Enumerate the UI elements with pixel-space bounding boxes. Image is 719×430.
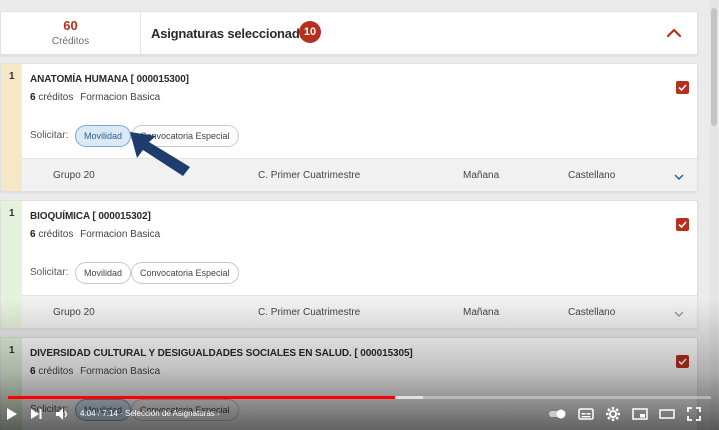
video-progress-bar[interactable] — [8, 396, 711, 399]
group-name: Grupo 20 — [53, 170, 95, 181]
checkmark-icon — [678, 84, 687, 92]
screen: 60 Créditos Asignaturas seleccionadas 10… — [0, 0, 719, 430]
subject-checkbox[interactable] — [676, 218, 689, 231]
time-total: 7:14 — [102, 409, 118, 418]
next-icon[interactable] — [27, 405, 45, 423]
player-controls: 4:04 / 7:14 · Selección de Asignaturas › — [0, 401, 719, 427]
play-icon[interactable] — [2, 405, 20, 423]
subject-name: DIVERSIDAD CULTURAL Y DESIGUALDADES SOCI… — [30, 348, 413, 359]
subject-meta: 6 créditos Formacion Basica — [30, 92, 160, 103]
subject-stripe — [1, 64, 22, 191]
group-period: C. Primer Cuatrimestre — [258, 170, 361, 181]
subtitles-icon[interactable] — [577, 405, 595, 423]
settings-gear-icon[interactable] — [604, 405, 622, 423]
subject-credits-unit: créditos — [38, 92, 74, 103]
time-current: 4:04 — [80, 409, 96, 418]
group-language: Castellano — [568, 307, 616, 318]
selected-subjects-header: 60 Créditos Asignaturas seleccionadas 10 — [0, 11, 698, 55]
group-period: C. Primer Cuatrimestre — [258, 307, 361, 318]
autoplay-toggle-icon[interactable] — [548, 405, 568, 423]
miniplayer-icon[interactable] — [631, 405, 649, 423]
group-name: Grupo 20 — [53, 307, 95, 318]
group-row[interactable]: Grupo 20 C. Primer Cuatrimestre Mañana C… — [22, 158, 697, 191]
subject-type: Formacion Basica — [80, 366, 161, 377]
group-shift: Mañana — [463, 307, 500, 318]
theater-mode-icon[interactable] — [658, 405, 676, 423]
chip-movilidad[interactable]: Movilidad — [75, 125, 132, 147]
group-row[interactable]: Grupo 20 C. Primer Cuatrimestre Mañana C… — [22, 295, 697, 328]
credits-total: 60 — [63, 18, 78, 33]
chip-movilidad[interactable]: Movilidad — [75, 262, 132, 284]
subject-type: Formacion Basica — [80, 92, 161, 103]
subject-order: 1 — [9, 345, 15, 356]
subject-type: Formacion Basica — [80, 229, 161, 240]
subject-name: BIOQUÍMICA [ 000015302] — [30, 211, 151, 222]
checkmark-icon — [678, 221, 687, 229]
subject-stripe — [1, 201, 22, 328]
subject-name: ANATOMÍA HUMANA [ 000015300] — [30, 74, 189, 85]
chevron-down-icon[interactable] — [673, 171, 685, 183]
subject-credits: 6 — [30, 229, 36, 240]
volume-icon[interactable] — [53, 405, 71, 423]
subject-credits: 6 — [30, 92, 36, 103]
subject-credits-unit: créditos — [38, 229, 74, 240]
chevron-down-icon[interactable] — [673, 308, 685, 320]
group-shift: Mañana — [463, 170, 500, 181]
fullscreen-icon[interactable] — [685, 405, 703, 423]
credits-summary: 60 Créditos — [1, 12, 141, 54]
chevron-up-icon — [666, 28, 682, 38]
collapse-button[interactable] — [665, 24, 683, 42]
subject-checkbox[interactable] — [676, 81, 689, 94]
subject-meta: 6 créditos Formacion Basica — [30, 229, 160, 240]
annotation-arrow-icon — [130, 132, 190, 176]
credits-label: Créditos — [51, 36, 90, 47]
group-language: Castellano — [568, 170, 616, 181]
subject-card-bioquimica: 1 BIOQUÍMICA [ 000015302] 6 créditos For… — [0, 200, 698, 329]
subject-order: 1 — [9, 71, 15, 82]
request-label: Solicitar: — [30, 130, 69, 141]
subject-checkbox[interactable] — [676, 355, 689, 368]
checkmark-icon — [678, 358, 687, 366]
chapter-title[interactable]: Selección de Asignaturas — [125, 409, 215, 418]
subject-order: 1 — [9, 208, 15, 219]
chip-convocatoria-especial[interactable]: Convocatoria Especial — [131, 262, 239, 284]
subject-meta: 6 créditos Formacion Basica — [30, 366, 160, 377]
subject-credits-unit: créditos — [38, 366, 74, 377]
subject-credits: 6 — [30, 366, 36, 377]
subject-card-anatomia: 1 ANATOMÍA HUMANA [ 000015300] 6 crédito… — [0, 63, 698, 192]
progress-played — [8, 396, 395, 399]
count-badge: 10 — [299, 21, 321, 43]
scrollbar-thumb[interactable] — [711, 8, 717, 126]
page-title: Asignaturas seleccionadas — [151, 26, 314, 41]
progress-buffered — [394, 396, 423, 399]
request-label: Solicitar: — [30, 267, 69, 278]
time-display: 4:04 / 7:14 · Selección de Asignaturas › — [80, 409, 220, 418]
